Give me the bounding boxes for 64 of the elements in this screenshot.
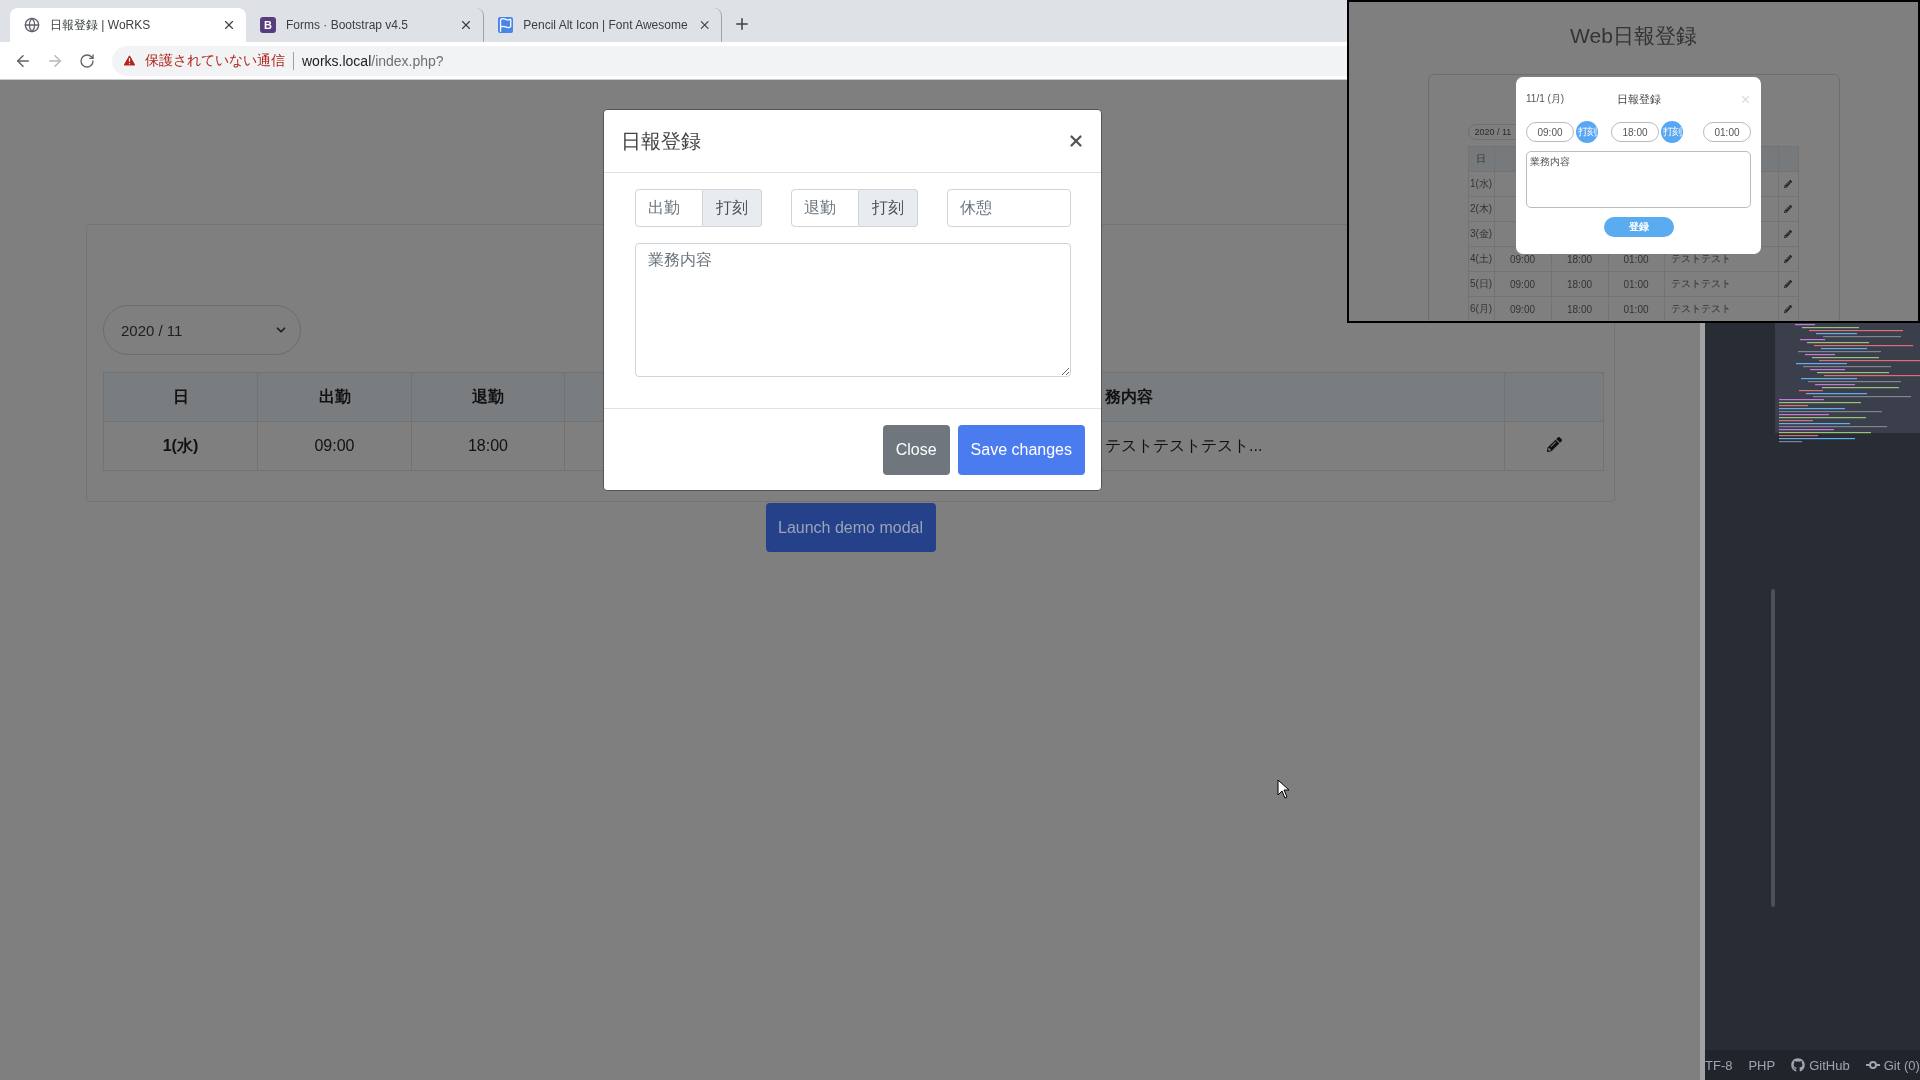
work-content-field[interactable]: 業務内容: [635, 243, 1071, 377]
table-cell: 18:00: [1551, 271, 1608, 297]
end-time-field[interactable]: 退勤: [791, 189, 859, 227]
break-field[interactable]: 休憩: [947, 189, 1071, 227]
edit-icon[interactable]: [1546, 436, 1562, 452]
start-time-field[interactable]: 09:00: [1526, 122, 1574, 142]
close-icon[interactable]: [222, 18, 236, 32]
table-cell: 4(土): [1468, 246, 1494, 272]
table-cell: 1(水): [1468, 171, 1494, 197]
launch-modal-button[interactable]: Launch demo modal: [765, 503, 936, 552]
edit-icon[interactable]: [1784, 279, 1792, 288]
modal-title: 日報登録: [621, 128, 701, 154]
table-cell: 18:00: [411, 421, 565, 471]
close-button[interactable]: Close: [882, 424, 950, 475]
close-icon[interactable]: [459, 18, 473, 32]
end-time-field[interactable]: 18:00: [1611, 122, 1659, 142]
modal-title: 日報登録: [1616, 91, 1661, 107]
work-content-field[interactable]: 業務内容: [1526, 151, 1751, 208]
month-select[interactable]: 2020 / 11: [103, 305, 301, 355]
commit-icon: [1865, 1060, 1880, 1070]
break-field[interactable]: 01:00: [1703, 122, 1751, 142]
table-cell: 1(水): [103, 421, 258, 471]
flag-icon: [498, 17, 514, 33]
browser-tab[interactable]: 日報登録 | WoRKS: [10, 8, 246, 42]
scrollbar-thumb[interactable]: [1771, 588, 1775, 907]
status-item[interactable]: GitHub: [1809, 1057, 1850, 1073]
date-label: 11/1 (月): [1526, 92, 1566, 106]
status-item[interactable]: PHP: [1748, 1057, 1776, 1073]
table-cell: テストテスト: [1664, 271, 1778, 297]
close-button[interactable]: [1067, 132, 1085, 150]
status-item[interactable]: TF-8: [1705, 1057, 1733, 1073]
edit-icon[interactable]: [1784, 254, 1792, 263]
url-text: works.local/index.php?: [302, 52, 444, 69]
table-cell: 6(月): [1468, 296, 1494, 321]
cursor-icon: [1277, 779, 1291, 799]
tab-title: 日報登録 | WoRKS: [50, 16, 152, 34]
address-bar[interactable]: 保護されていない通信 works.local/index.php?: [112, 45, 1347, 76]
globe-icon: [24, 17, 40, 33]
edit-icon[interactable]: [1784, 304, 1792, 313]
table-cell: 5(日): [1468, 271, 1494, 297]
column-header: 日: [103, 372, 258, 422]
stamp-button[interactable]: 打刻: [703, 189, 762, 227]
tab-favicon: B: [260, 17, 276, 33]
table-cell: 01:00: [1608, 271, 1664, 297]
column-header: 退勤: [411, 372, 565, 422]
start-time-field[interactable]: 出勤: [635, 189, 703, 227]
edit-icon[interactable]: [1784, 179, 1792, 188]
edit-icon[interactable]: [1784, 204, 1792, 213]
column-header: 出勤: [257, 372, 412, 422]
warning-icon: [122, 53, 137, 68]
page-title: Web日報登録: [1570, 23, 1697, 49]
stamp-button[interactable]: 打刻: [859, 189, 918, 227]
table-cell: 09:00: [257, 421, 412, 471]
table-cell: 3(金): [1468, 221, 1494, 247]
tab-title: Forms · Bootstrap v4.5: [286, 18, 410, 32]
table-cell: 2(木): [1468, 196, 1494, 222]
security-warning: 保護されていない通信: [145, 51, 285, 70]
save-button[interactable]: Save changes: [957, 424, 1085, 475]
github-icon: [1791, 1058, 1806, 1072]
edit-icon[interactable]: [1784, 229, 1792, 238]
table-cell: 09:00: [1494, 271, 1551, 297]
status-item[interactable]: Git (0): [1883, 1057, 1920, 1073]
reload-icon[interactable]: [79, 52, 95, 69]
tab-title: Pencil Alt Icon | Font Awesome: [523, 18, 688, 32]
